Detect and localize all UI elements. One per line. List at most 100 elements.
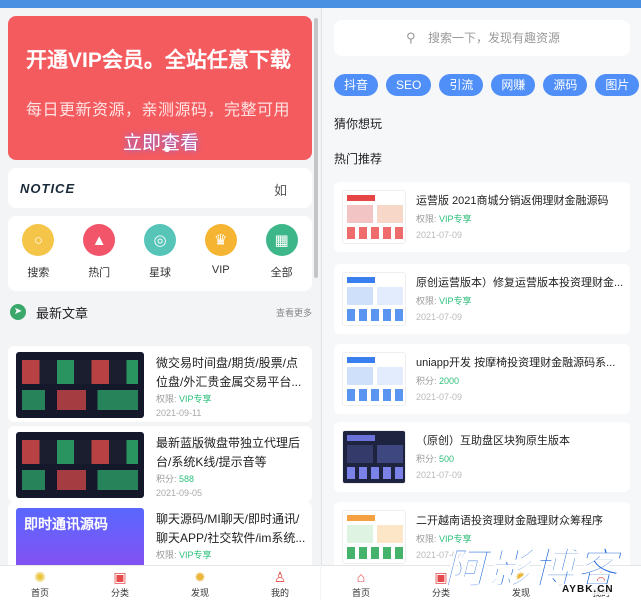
- planet-icon: ◎: [143, 224, 176, 256]
- category-icon: ▣: [113, 569, 127, 585]
- meta-value: VIP专享: [439, 296, 472, 306]
- shortcut-all[interactable]: ▦ 全部: [257, 224, 307, 291]
- home-icon: ✺: [34, 569, 46, 585]
- article-meta: 权限: VIP专享: [156, 548, 212, 561]
- search-icon: ○: [22, 224, 55, 256]
- article-title: 微交易时间盘/期货/股票/点位盘/外汇贵金属交易平台...: [156, 356, 302, 389]
- meta-label: 积分:: [416, 454, 437, 464]
- tag-chip[interactable]: 图片: [595, 74, 640, 96]
- meta-label: 权限:: [416, 534, 437, 544]
- meta-label: 权限:: [156, 550, 177, 560]
- resource-card[interactable]: uniapp开发 按摩椅投资理财金融源码系... 积分: 2000 2021-0…: [334, 344, 630, 414]
- nav-label: 首页: [351, 588, 370, 598]
- article-date: 2021-09-05: [156, 488, 203, 498]
- shortcut-label: 星球: [148, 267, 171, 279]
- resource-meta: 权限: VIP专享: [416, 532, 472, 545]
- shortcut-search[interactable]: ○ 搜索: [13, 224, 63, 291]
- meta-label: 权限:: [416, 296, 437, 306]
- search-input[interactable]: [428, 29, 608, 47]
- resource-date: 2021-07-09: [416, 470, 463, 480]
- guess-heading: 猜你想玩: [334, 117, 383, 131]
- tag-chip[interactable]: 引流: [439, 74, 484, 96]
- tag-chip[interactable]: SEO: [386, 74, 432, 96]
- resource-title: 原创运营版本）修复运营版本投资理财金...: [416, 277, 624, 289]
- hot-heading: 热门推荐: [334, 152, 383, 166]
- latest-articles-header: ➤ 最新文章 查看更多: [8, 298, 312, 328]
- shortcut-grid: ○ 搜索 ▲ 热门 ◎ 星球 ♛ VIP ▦ 全部: [8, 216, 312, 291]
- article-title: 聊天源码/MI聊天/即时通讯/聊天APP/社交软件/im系统...: [156, 512, 306, 545]
- notice-text: 如: [274, 183, 288, 198]
- banner-headline: 开通VIP会员。全站任意下载: [26, 49, 291, 72]
- shortcut-label: VIP: [211, 264, 230, 276]
- resource-date: 2021-07-09: [416, 392, 463, 402]
- section-title: 最新文章: [36, 306, 89, 321]
- meta-value: VIP专享: [439, 534, 472, 544]
- resource-card[interactable]: 运营版 2021商城分销返佣理财金融源码 权限: VIP专享 2021-07-0…: [334, 182, 630, 252]
- resource-thumbnail: [342, 510, 406, 564]
- article-thumbnail: [16, 432, 144, 498]
- paper-plane-icon: ➤: [10, 304, 26, 320]
- meta-value: 500: [439, 454, 455, 464]
- nav-label: 我的: [270, 588, 289, 598]
- left-screen: 开通VIP会员。全站任意下载 每日更新资源，亲测源码，完整可用 立即查看 NOT…: [0, 8, 320, 565]
- article-meta: 积分: 588: [156, 472, 194, 485]
- resource-card[interactable]: 原创运营版本）修复运营版本投资理财金... 权限: VIP专享 2021-07-…: [334, 264, 630, 334]
- search-box[interactable]: ⚲: [334, 20, 630, 56]
- tag-chip[interactable]: 源码: [543, 74, 588, 96]
- article-card[interactable]: 微交易时间盘/期货/股票/点位盘/外汇贵金属交易平台... 权限: VIP专享 …: [8, 346, 312, 422]
- nav-category[interactable]: ▣ 分类: [90, 566, 150, 600]
- scrollbar[interactable]: [314, 18, 318, 278]
- view-more-link[interactable]: 查看更多: [276, 306, 312, 319]
- site-watermark: 阿影博客 AYBK.CN: [443, 545, 640, 600]
- resource-meta: 权限: VIP专享: [416, 212, 472, 225]
- right-screen: ⚲ 抖音 SEO 引流网赚源码图片 猜你想玩 热门推荐 运营版 2021商城分销返佣…: [321, 8, 641, 565]
- resource-meta: 积分: 500: [416, 452, 454, 465]
- meta-label: 积分:: [416, 376, 437, 386]
- bulb-icon: ✹: [194, 569, 206, 585]
- meta-label: 权限:: [416, 214, 437, 224]
- meta-value: VIP专享: [439, 214, 472, 224]
- nav-discover[interactable]: ✹ 发现: [170, 566, 230, 600]
- shortcut-label: 全部: [270, 267, 293, 279]
- shortcut-label: 热门: [88, 267, 111, 279]
- nav-home[interactable]: ✺ 首页: [10, 566, 70, 600]
- tag-chip[interactable]: 抖音: [334, 74, 379, 96]
- nav-label: 分类: [110, 588, 129, 598]
- shortcut-vip[interactable]: ♛ VIP: [196, 224, 246, 291]
- meta-value: 2000: [439, 376, 460, 386]
- bottom-nav-left: ✺ 首页 ▣ 分类 ✹ 发现 ♙ 我的: [0, 565, 320, 600]
- flame-icon: ▲: [83, 224, 116, 256]
- thumbnail-title: 即时通讯源码: [24, 516, 108, 532]
- resource-title: uniapp开发 按摩椅投资理财金融源码系...: [416, 357, 616, 369]
- home-icon: ⌂: [356, 569, 366, 585]
- article-thumbnail: 即时通讯源码: [16, 508, 144, 565]
- resource-meta: 积分: 2000: [416, 374, 459, 387]
- resource-title: （原创）互助盘区块狗原生版本: [416, 435, 570, 447]
- shortcut-label: 搜索: [27, 267, 50, 279]
- resource-meta: 权限: VIP专享: [416, 294, 472, 307]
- banner-cta-link[interactable]: 立即查看: [123, 128, 199, 155]
- meta-value: VIP专享: [179, 394, 212, 404]
- resource-card[interactable]: （原创）互助盘区块狗原生版本 积分: 500 2021-07-09: [334, 422, 630, 492]
- article-card[interactable]: 最新蓝版微盘带独立代理后台/系统K线/提示音等 积分: 588 2021-09-…: [8, 426, 312, 502]
- shortcut-hot[interactable]: ▲ 热门: [74, 224, 124, 291]
- article-thumbnail: [16, 352, 144, 418]
- nav-home[interactable]: ⌂ 首页: [331, 566, 391, 600]
- search-icon: ⚲: [406, 30, 416, 45]
- article-title: 最新蓝版微盘带独立代理后台/系统K线/提示音等: [156, 436, 301, 469]
- notice-bar[interactable]: NOTICE 如: [8, 168, 312, 208]
- grid-icon: ▦: [265, 224, 298, 256]
- banner-subline: 每日更新资源，亲测源码，完整可用: [26, 102, 291, 119]
- crown-icon: ♛: [204, 224, 237, 256]
- nav-mine[interactable]: ♙ 我的: [250, 566, 310, 600]
- article-date: 2021-09-11: [156, 408, 202, 418]
- meta-label: 权限:: [156, 394, 177, 404]
- resource-thumbnail: [342, 272, 406, 326]
- shortcut-planet[interactable]: ◎ 星球: [135, 224, 185, 291]
- article-card[interactable]: 即时通讯源码 聊天源码/MI聊天/即时通讯/聊天APP/社交软件/im系统...…: [8, 502, 312, 565]
- nav-label: 发现: [190, 588, 209, 598]
- notice-logo: NOTICE: [20, 181, 76, 196]
- tag-chip[interactable]: 网赚: [491, 74, 536, 96]
- meta-value: VIP专享: [179, 550, 212, 560]
- vip-banner[interactable]: 开通VIP会员。全站任意下载 每日更新资源，亲测源码，完整可用 立即查看: [8, 16, 312, 160]
